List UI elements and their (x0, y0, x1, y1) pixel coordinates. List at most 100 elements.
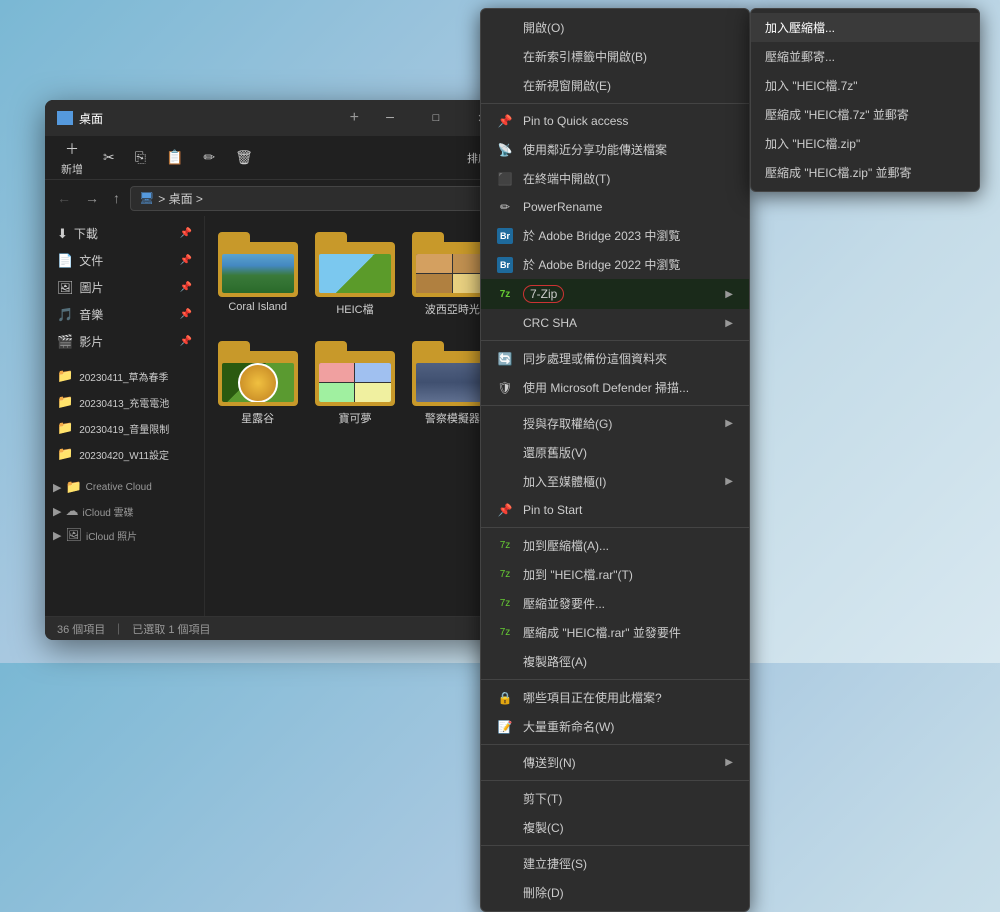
cm-nearby-share[interactable]: 📡 使用鄰近分享功能傳送檔案 (481, 135, 749, 164)
cut-button[interactable]: ✂ (95, 145, 123, 170)
cm-rename-label: PowerRename (523, 200, 602, 214)
cm-compress-rar-mail[interactable]: 7z 壓縮成 "HEIC檔.rar" 並發要件 (481, 618, 749, 647)
cm-sync-backup[interactable]: 🔄 同步處理或備份這個資料夾 (481, 344, 749, 373)
cm-pin-start-label: Pin to Start (523, 503, 582, 517)
submenu-add-7z[interactable]: 加入 "HEIC檔.7z" (751, 71, 979, 100)
submenu-compress-zip-mail[interactable]: 壓縮成 "HEIC檔.zip" 並郵寄 (751, 158, 979, 187)
folder-body (218, 351, 298, 406)
cm-send-to[interactable]: 傳送到(N) ▶ (481, 748, 749, 777)
access-icon (497, 416, 513, 432)
delete-icon (497, 885, 513, 901)
folder-thumbnail (218, 341, 298, 406)
delete-icon: 🗑 (235, 149, 253, 166)
delete-button[interactable]: 🗑 (227, 145, 261, 170)
sidebar-item-documents[interactable]: 📄 文件 📌 (45, 247, 204, 274)
library-icon (497, 474, 513, 490)
window-icon (497, 78, 513, 94)
sidebar-group-creative-cloud[interactable]: ▶ 📁 Creative Cloud (45, 475, 204, 499)
submenu-add-archive[interactable]: 加入壓縮檔... (751, 13, 979, 42)
cm-open[interactable]: 開啟(O) (481, 13, 749, 42)
photos-icon: 🖼 (65, 527, 82, 543)
add-tab-button[interactable]: + (342, 109, 367, 127)
bulk-rename-icon: 📝 (497, 719, 513, 735)
new-button[interactable]: ＋ 新增 (53, 135, 91, 181)
cm-add-rar[interactable]: 7z 加到 "HEIC檔.rar"(T) (481, 560, 749, 589)
compress-7z-mail-label: 壓縮成 "HEIC檔.7z" 並郵寄 (765, 106, 909, 123)
file-grid: Coral Island HEIC檔 (205, 216, 505, 616)
minimize-button[interactable]: ─ (367, 100, 413, 136)
paste-icon: 📋 (166, 149, 183, 166)
cm-open-new-tab[interactable]: 在新索引標籤中開啟(B) (481, 42, 749, 71)
sidebar-item-folder-1[interactable]: 📁 20230411_草為春季 (45, 363, 204, 389)
cm-7zip[interactable]: 7z 7-Zip ▶ (481, 279, 749, 309)
file-item-heic[interactable]: HEIC檔 (310, 224, 399, 325)
sidebar-item-download[interactable]: ⬇ 下載 📌 (45, 220, 204, 247)
cm-grant-access[interactable]: 授與存取權給(G) ▶ (481, 409, 749, 438)
file-item-coral-island[interactable]: Coral Island (213, 224, 302, 325)
status-bar: 36 個項目 ｜ 已選取 1 個項目 (45, 616, 505, 640)
cm-add-archive[interactable]: 7z 加到壓縮檔(A)... (481, 531, 749, 560)
cm-defender-label: 使用 Microsoft Defender 掃描... (523, 379, 689, 396)
sidebar-item-folder-4[interactable]: 📁 20230420_W11設定 (45, 441, 204, 467)
submenu-arrow: ▶ (725, 289, 733, 300)
file-name: HEIC檔 (336, 301, 373, 317)
rar-icon: 7z (497, 567, 513, 583)
submenu-compress-mail[interactable]: 壓縮並郵寄... (751, 42, 979, 71)
tab-icon (497, 49, 513, 65)
paste-button[interactable]: 📋 (158, 145, 191, 170)
cm-defender[interactable]: 🛡 使用 Microsoft Defender 掃描... (481, 373, 749, 402)
sidebar-item-pictures[interactable]: 🖼 圖片 📌 (45, 274, 204, 301)
cm-delete[interactable]: 刪除(D) (481, 878, 749, 907)
sidebar-group-icloud-photos[interactable]: ▶ 🖼 iCloud 照片 (45, 523, 204, 547)
cm-restore[interactable]: 還原舊版(V) (481, 438, 749, 467)
cm-add-library[interactable]: 加入至媒體櫃(I) ▶ (481, 467, 749, 496)
sidebar-item-video[interactable]: 🎬 影片 📌 (45, 328, 204, 355)
preview-image (222, 254, 294, 293)
cm-compress-rar-mail-label: 壓縮成 "HEIC檔.rar" 並發要件 (523, 624, 681, 641)
cm-terminal[interactable]: ⬛ 在終端中開啟(T) (481, 164, 749, 193)
forward-button[interactable]: → (81, 188, 103, 208)
rename-button[interactable]: ✏ (195, 145, 223, 170)
icloud-icon: ☁ (65, 503, 78, 519)
context-menu: 開啟(O) 在新索引標籤中開啟(B) 在新視窗開啟(E) 📌 Pin to Qu… (480, 8, 750, 912)
cm-pin-start[interactable]: 📌 Pin to Start (481, 496, 749, 524)
file-item-stardew[interactable]: 星露谷 (213, 333, 302, 434)
sidebar-item-folder-2[interactable]: 📁 20230413_充電電池 (45, 389, 204, 415)
cm-adobe-bridge-2023[interactable]: Br 於 Adobe Bridge 2023 中瀏覧 (481, 221, 749, 250)
cm-bulk-rename[interactable]: 📝 大量重新命名(W) (481, 712, 749, 741)
cm-copy-path-label: 複製路徑(A) (523, 653, 587, 670)
address-path[interactable]: 🖥 > 桌面 > (130, 186, 497, 211)
sidebar-group-icloud-drive[interactable]: ▶ ☁ iCloud 雲碟 (45, 499, 204, 523)
cm-open-new-window[interactable]: 在新視窗開啟(E) (481, 71, 749, 100)
cm-crc-sha[interactable]: CRC SHA ▶ (481, 309, 749, 337)
pin-icon: 📌 (180, 228, 192, 239)
content-area: ⬇ 下載 📌 📄 文件 📌 🖼 圖片 📌 🎵 音樂 📌 🎬 影片 (45, 216, 505, 616)
copy-button[interactable]: ⎘ (127, 145, 154, 170)
cm-pin-quick[interactable]: 📌 Pin to Quick access (481, 107, 749, 135)
sidebar-item-music[interactable]: 🎵 音樂 📌 (45, 301, 204, 328)
cm-cut[interactable]: 剪下(T) (481, 784, 749, 813)
cm-who-uses[interactable]: 🔒 哪些項目正在使用此檔案? (481, 683, 749, 712)
folder-label: 20230411_草為春季 (79, 369, 168, 384)
up-button[interactable]: ↑ (109, 188, 124, 208)
cm-copy-path[interactable]: 複製路徑(A) (481, 647, 749, 676)
maximize-button[interactable]: □ (413, 100, 459, 136)
preview-image (319, 363, 391, 402)
cm-power-rename[interactable]: ✏ PowerRename (481, 193, 749, 221)
cm-send-label: 傳送到(N) (523, 754, 576, 771)
submenu-add-zip[interactable]: 加入 "HEIC檔.zip" (751, 129, 979, 158)
back-button[interactable]: ← (53, 188, 75, 208)
music-icon: 🎵 (57, 307, 73, 323)
add-archive-label: 加入壓縮檔... (765, 19, 835, 36)
title-bar: 桌面 + ─ □ ✕ (45, 100, 505, 136)
documents-icon: 📄 (57, 253, 73, 269)
cm-create-shortcut[interactable]: 建立捷徑(S) (481, 849, 749, 878)
cm-compress-mail[interactable]: 7z 壓縮並發要件... (481, 589, 749, 618)
cm-adobe-bridge-2022[interactable]: Br 於 Adobe Bridge 2022 中瀏覧 (481, 250, 749, 279)
cm-copy[interactable]: 複製(C) (481, 813, 749, 842)
sidebar-item-folder-3[interactable]: 📁 20230419_音量限制 (45, 415, 204, 441)
item-count: 36 個項目 (57, 621, 105, 637)
file-item-pokemon[interactable]: 寶可夢 (310, 333, 399, 434)
submenu-compress-7z-mail[interactable]: 壓縮成 "HEIC檔.7z" 並郵寄 (751, 100, 979, 129)
add-zip-label: 加入 "HEIC檔.zip" (765, 135, 860, 152)
